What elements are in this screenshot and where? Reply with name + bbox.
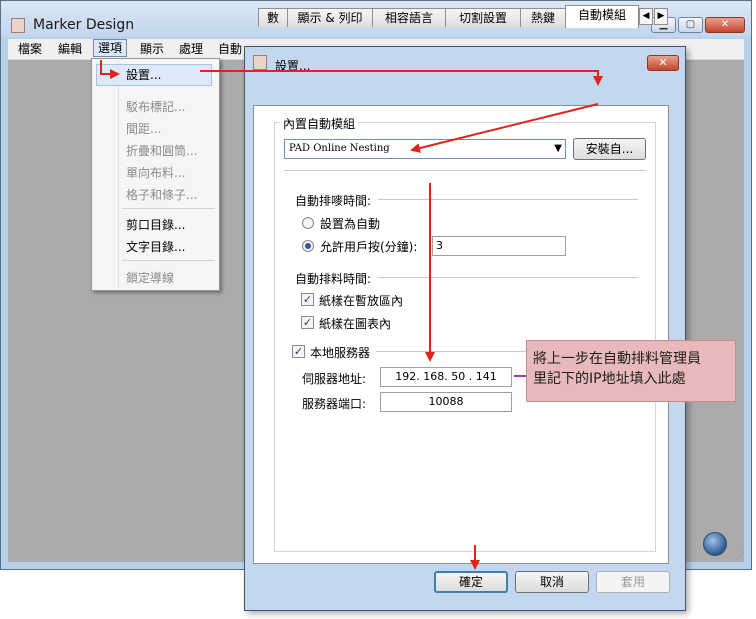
server-port-label: 服務器端口: (302, 397, 367, 411)
ok-button[interactable]: 確定 (434, 571, 508, 593)
menu-gutter (118, 61, 119, 288)
menu-item-spacing: 間距... (126, 122, 162, 136)
checkbox-in-chart[interactable]: ✓ (301, 316, 314, 329)
server-address-label: 伺服器地址: (302, 372, 367, 386)
maximize-icon[interactable]: ▢ (678, 17, 703, 33)
apply-button[interactable]: 套用 (596, 571, 670, 593)
radio-user[interactable] (302, 240, 314, 252)
options-dropdown: 設置... 駁布標記... 間距... 折疊和圓筒... 單向布料... 格子和… (91, 58, 220, 291)
menu-file[interactable]: 檔案 (14, 41, 46, 57)
radio-auto-label: 設置為自動 (320, 217, 381, 231)
menu-separator (122, 260, 215, 261)
module-select[interactable]: PAD Online Nesting ▼ (284, 139, 566, 159)
tab-scroll-right-icon[interactable]: ▶ (654, 8, 668, 25)
group-box (274, 122, 656, 552)
resize-grip-icon[interactable]: ⋰ (736, 551, 746, 561)
tab-scroll-left-icon[interactable]: ◀ (639, 8, 653, 25)
annotation-callout: 將上一步在自動排料管理員 里記下的IP地址填入此處 (526, 340, 736, 402)
checkbox-holding-area[interactable]: ✓ (301, 293, 314, 306)
tab-display-print[interactable]: 顯示 & 列印 (287, 8, 373, 27)
fabric-time-label: 自動排料時間: (295, 272, 372, 286)
tab-hotkeys[interactable]: 熱鍵 (520, 8, 566, 27)
tab-auto-module[interactable]: 自動模組 (565, 5, 639, 28)
divider (284, 170, 646, 171)
minutes-input[interactable]: 3 (432, 236, 566, 256)
menu-view[interactable]: 顯示 (136, 41, 168, 57)
chevron-down-icon: ▼ (554, 143, 562, 154)
checkbox-holding-area-label: 紙樣在暫放區內 (319, 294, 404, 308)
checkbox-in-chart-label: 紙樣在圖表內 (319, 317, 392, 331)
tab-cut-settings[interactable]: 切割設置 (445, 8, 521, 27)
tab-partial[interactable]: 數 (258, 8, 288, 27)
annotation-line-1: 將上一步在自動排料管理員 (533, 351, 701, 367)
dialog-close-icon[interactable]: ✕ (647, 55, 679, 71)
menu-item-notch-marks: 駁布標記... (126, 100, 186, 114)
nesting-time-label: 自動排嘜時間: (295, 194, 372, 208)
menu-item-lock-guides: 鎖定導線 (126, 271, 175, 285)
menu-edit[interactable]: 編輯 (54, 41, 86, 57)
install-from-button[interactable]: 安裝自... (573, 138, 646, 160)
checkbox-local-server[interactable]: ✓ (292, 345, 305, 358)
dialog-title: 設置... (275, 59, 311, 73)
annotation-line-2: 里記下的IP地址填入此處 (533, 371, 686, 387)
close-icon[interactable]: ✕ (705, 17, 745, 33)
radio-user-label: 允許用戶按(分鐘): (320, 240, 418, 254)
divider (378, 199, 638, 200)
app-icon (11, 18, 25, 33)
tab-language[interactable]: 相容語言 (372, 8, 446, 27)
menu-auto[interactable]: 自動 (214, 41, 246, 57)
divider (378, 277, 638, 278)
menu-item-notch-catalog[interactable]: 剪口目錄... (126, 216, 185, 233)
app-title: Marker Design (33, 17, 135, 33)
builtin-module-label: 內置自動模組 (280, 115, 359, 132)
menu-item-settings[interactable]: 設置... (96, 64, 212, 86)
menu-item-fold-tube: 折疊和圓筒... (126, 144, 198, 158)
menu-options[interactable]: 選項 (93, 39, 128, 57)
cancel-button[interactable]: 取消 (515, 571, 589, 593)
menu-item-text-catalog[interactable]: 文字目錄... (126, 238, 185, 255)
server-address-input[interactable]: 192. 168. 50 . 141 (380, 367, 512, 387)
dialog-app-icon (253, 55, 267, 70)
globe-icon[interactable] (703, 532, 727, 556)
menu-item-one-way-fabric: 單向布料... (126, 166, 186, 180)
menu-separator (122, 208, 215, 209)
menu-process[interactable]: 處理 (175, 41, 207, 57)
server-port-input[interactable]: 10088 (380, 392, 512, 412)
module-select-value: PAD Online Nesting (289, 143, 390, 154)
menu-item-plaids-stripes: 格子和條子... (126, 188, 198, 202)
local-server-label: 本地服務器 (310, 346, 371, 360)
radio-auto[interactable] (302, 217, 314, 229)
